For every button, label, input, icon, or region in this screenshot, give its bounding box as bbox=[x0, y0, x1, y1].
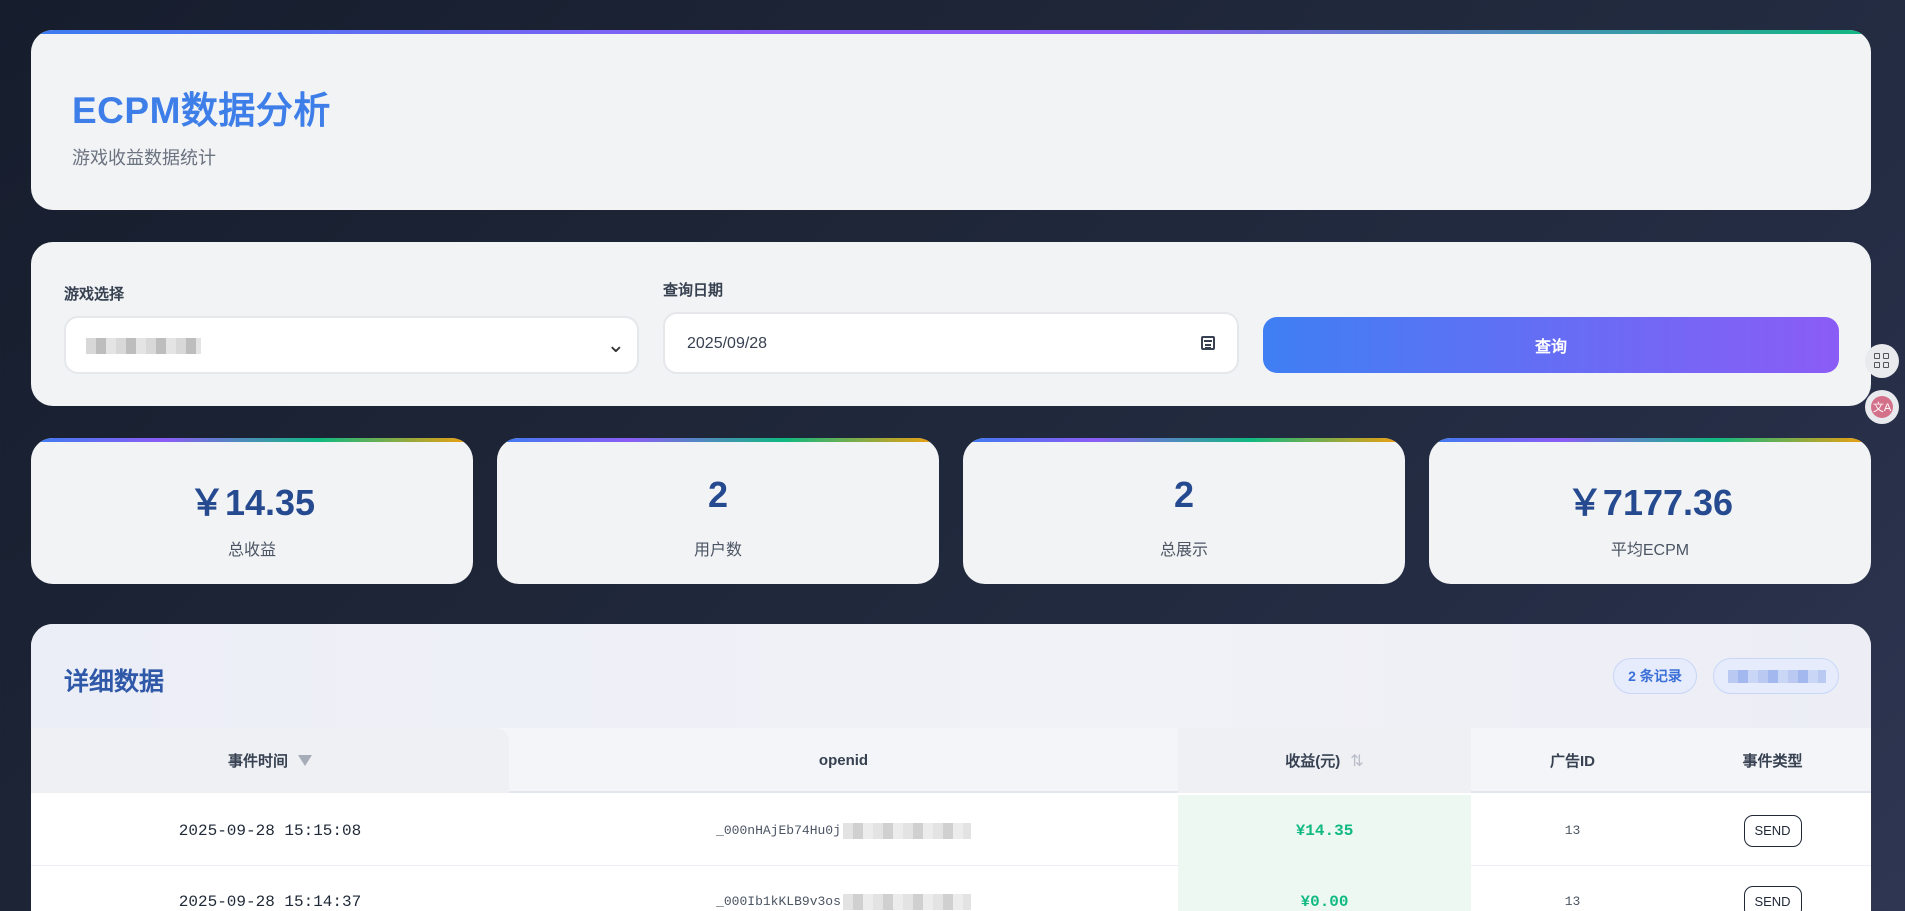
redacted-badge bbox=[1713, 658, 1839, 694]
chevron-down-icon: ⌄ bbox=[606, 332, 625, 357]
query-button[interactable]: 查询 bbox=[1263, 317, 1839, 373]
filter-card: 游戏选择 ⌄ 查询日期 2025/09/28 查询 bbox=[31, 242, 1871, 406]
stat-card-avg-ecpm: ￥7177.36 平均ECPM bbox=[1429, 438, 1871, 584]
apps-grid-icon bbox=[1874, 353, 1890, 369]
game-select-redacted-value bbox=[86, 338, 201, 354]
stat-label: 总展示 bbox=[1159, 542, 1208, 559]
cell-ad-id: 13 bbox=[1564, 894, 1581, 909]
cell-openid: _000Ib1kKLB9v3os bbox=[509, 866, 1178, 911]
column-header-label: 广告ID bbox=[1549, 753, 1595, 770]
header-card: ECPM数据分析 游戏收益数据统计 bbox=[31, 30, 1871, 210]
cell-type: SEND bbox=[1674, 795, 1871, 866]
column-header-type: 事件类型 bbox=[1674, 728, 1871, 793]
table-row: 2025-09-28 15:15:08 _000nHAjEb74Hu0j ¥14… bbox=[31, 795, 1871, 866]
calendar-icon[interactable] bbox=[1201, 336, 1215, 350]
details-table-card: 详细数据 2 条记录 事件时间 openid 收益(元) ⇅ 广告ID 事件类型 bbox=[31, 624, 1871, 911]
cell-ad-id: 13 bbox=[1564, 823, 1581, 838]
stat-card-impressions: 2 总展示 bbox=[963, 438, 1405, 584]
column-header-label: 事件时间 bbox=[227, 753, 288, 770]
openid-text: _000Ib1kKLB9v3os bbox=[716, 894, 841, 909]
cell-openid: _000nHAjEb74Hu0j bbox=[509, 795, 1178, 866]
page-title: ECPM数据分析 bbox=[72, 90, 331, 131]
translate-icon: 文A bbox=[1871, 396, 1893, 418]
stat-value: ￥7177.36 bbox=[1566, 482, 1734, 523]
column-header-label: 收益(元) bbox=[1285, 753, 1341, 770]
table-title: 详细数据 bbox=[64, 668, 165, 696]
record-count-badge: 2 条记录 bbox=[1613, 658, 1697, 694]
date-input[interactable]: 2025/09/28 bbox=[663, 312, 1239, 374]
stat-label: 平均ECPM bbox=[1610, 542, 1690, 559]
cell-revenue: ¥14.35 bbox=[1295, 821, 1354, 840]
date-label: 查询日期 bbox=[663, 282, 724, 299]
translate-widget-button[interactable]: 文A bbox=[1865, 390, 1899, 424]
openid-redacted bbox=[842, 893, 971, 910]
apps-widget-button[interactable] bbox=[1865, 344, 1899, 378]
column-header-revenue[interactable]: 收益(元) ⇅ bbox=[1178, 728, 1471, 793]
table-column-header: 事件时间 openid 收益(元) ⇅ 广告ID 事件类型 bbox=[31, 728, 1871, 793]
openid-redacted bbox=[842, 822, 971, 839]
stat-value: 2 bbox=[707, 474, 729, 515]
page-subtitle: 游戏收益数据统计 bbox=[72, 148, 216, 168]
column-header-ad-id: 广告ID bbox=[1471, 728, 1674, 793]
column-header-label: openid bbox=[818, 752, 869, 769]
event-type-tag: SEND bbox=[1743, 885, 1802, 911]
stat-card-total-revenue: ￥14.35 总收益 bbox=[31, 438, 473, 584]
table-header-area: 详细数据 2 条记录 bbox=[31, 624, 1871, 728]
game-select-label: 游戏选择 bbox=[64, 286, 125, 303]
table-row: 2025-09-28 15:14:37 _000Ib1kKLB9v3os ¥0.… bbox=[31, 866, 1871, 911]
game-select[interactable]: ⌄ bbox=[64, 316, 639, 374]
stat-label: 用户数 bbox=[693, 542, 742, 559]
column-header-time[interactable]: 事件时间 bbox=[31, 728, 509, 793]
column-header-label: 事件类型 bbox=[1742, 753, 1803, 770]
cell-time: 2025-09-28 15:15:08 bbox=[178, 821, 362, 840]
event-type-tag: SEND bbox=[1743, 814, 1802, 847]
date-input-value: 2025/09/28 bbox=[687, 335, 768, 352]
sort-icon: ⇅ bbox=[1350, 752, 1364, 770]
openid-text: _000nHAjEb74Hu0j bbox=[716, 823, 841, 838]
cell-revenue: ¥0.00 bbox=[1300, 892, 1349, 911]
stat-card-users: 2 用户数 bbox=[497, 438, 939, 584]
column-header-openid: openid bbox=[509, 728, 1178, 793]
cell-time: 2025-09-28 15:14:37 bbox=[178, 892, 362, 911]
sort-desc-icon bbox=[298, 755, 312, 766]
stat-label: 总收益 bbox=[227, 542, 276, 559]
stat-value: ￥14.35 bbox=[188, 482, 316, 523]
cell-type: SEND bbox=[1674, 866, 1871, 911]
stat-value: 2 bbox=[1173, 474, 1195, 515]
